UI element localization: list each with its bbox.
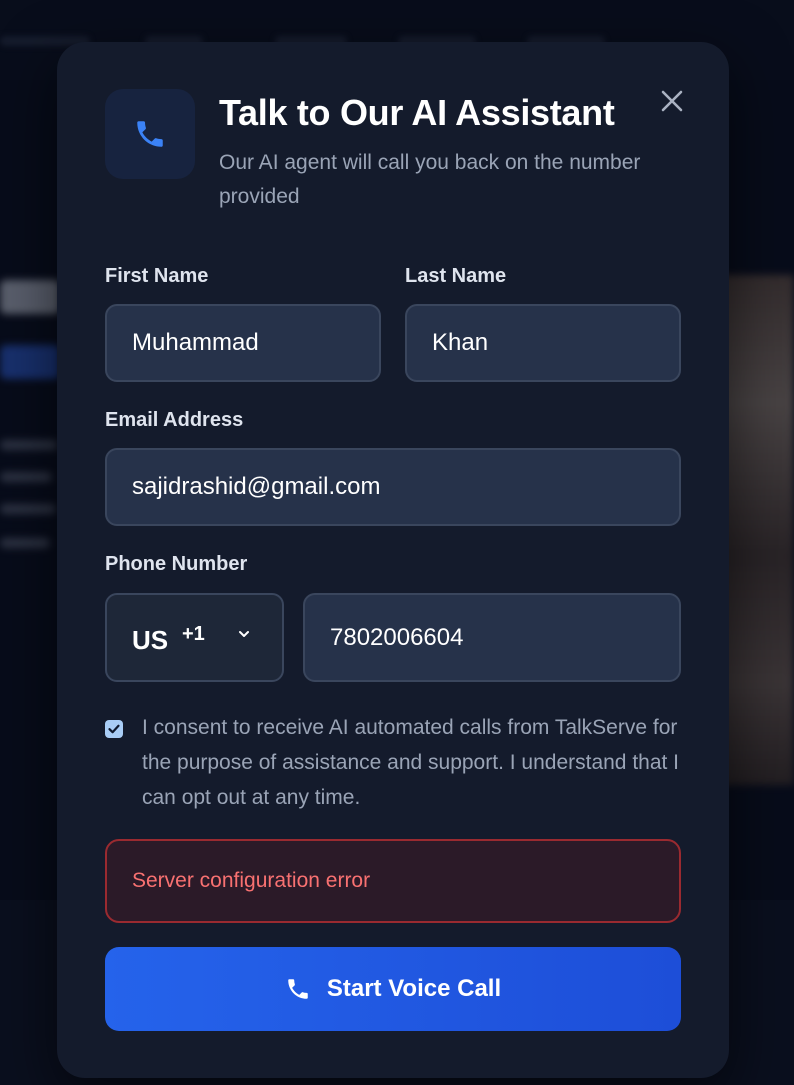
start-voice-call-button[interactable]: Start Voice Call	[105, 947, 681, 1031]
consent-checkbox[interactable]	[105, 720, 123, 738]
phone-icon	[288, 979, 308, 999]
chevron-down-icon	[239, 631, 249, 637]
modal-title: Talk to Our AI Assistant	[219, 92, 615, 133]
phone-label: Phone Number	[105, 553, 248, 575]
email-label: Email Address	[105, 409, 244, 431]
last-name-label: Last Name	[405, 265, 507, 287]
email-input[interactable]	[105, 448, 681, 526]
country-code: US	[132, 625, 169, 655]
last-name-input[interactable]	[405, 304, 681, 382]
checkmark-icon	[108, 724, 120, 734]
consent-text: I consent to receive AI automated calls …	[142, 716, 680, 809]
close-icon	[661, 90, 683, 112]
error-alert: Server configuration error	[105, 839, 681, 923]
voice-call-modal: Talk to Our AI Assistant Our AI agent wi…	[57, 42, 729, 1078]
first-name-input[interactable]	[105, 304, 381, 382]
phone-number-input[interactable]	[303, 593, 681, 682]
dial-code: +1	[182, 623, 205, 645]
modal-subtitle: Our AI agent will call you back on the n…	[219, 151, 641, 208]
phone-icon	[137, 121, 163, 147]
country-code-select[interactable]: US +1	[105, 593, 284, 682]
phone-icon-tile	[105, 89, 195, 179]
start-voice-call-label: Start Voice Call	[326, 975, 502, 1002]
first-name-label: First Name	[105, 265, 209, 287]
error-message: Server configuration error	[132, 869, 371, 892]
close-button[interactable]	[657, 86, 687, 116]
